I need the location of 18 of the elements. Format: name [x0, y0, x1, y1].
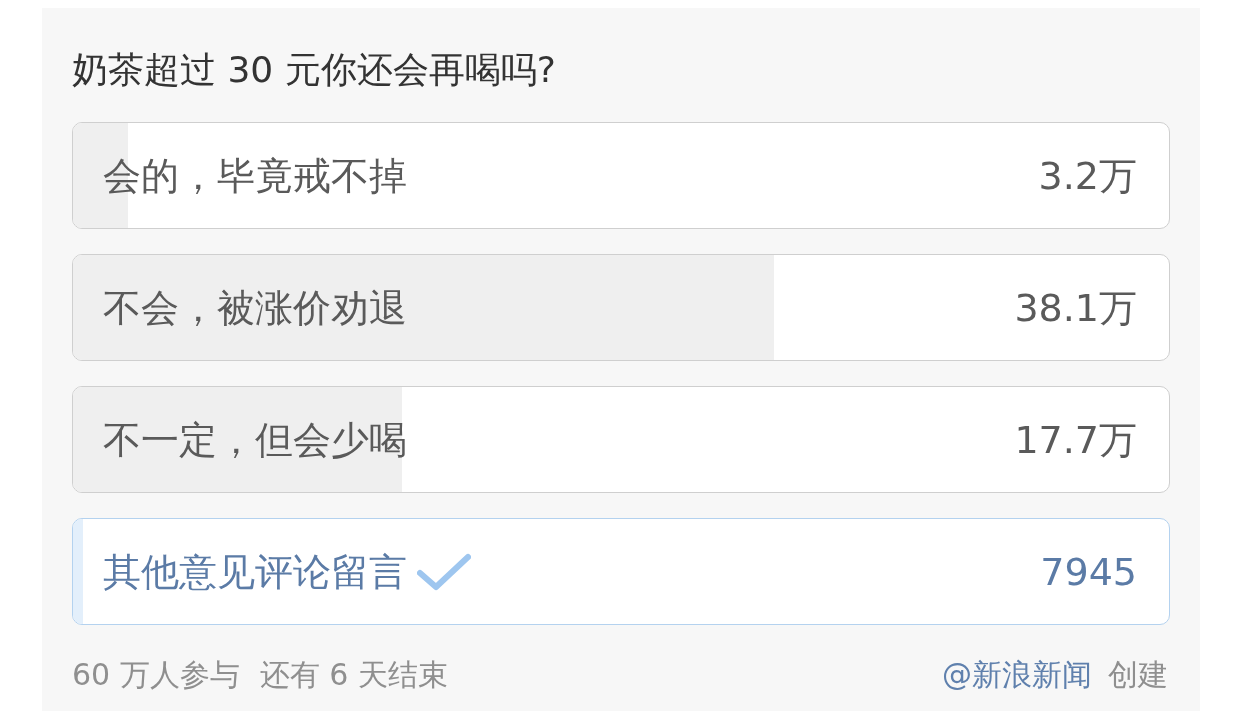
- poll-option-button[interactable]: 不一定，但会少喝 17.7万: [72, 386, 1170, 493]
- option-label: 其他意见评论留言: [103, 548, 407, 595]
- poll-question: 奶茶超过 30 元你还会再喝吗?: [72, 48, 557, 92]
- poll-option-button[interactable]: 其他意见评论留言 7945: [72, 518, 1170, 625]
- vote-count: 38.1万: [1014, 284, 1137, 331]
- participant-count: 60 万人参与: [72, 656, 240, 694]
- created-label: 创建: [1108, 656, 1168, 694]
- option-label: 不一定，但会少喝: [103, 416, 407, 463]
- creator-link[interactable]: @新浪新闻: [942, 655, 1092, 695]
- poll-option-button[interactable]: 会的，毕竟戒不掉 3.2万: [72, 122, 1170, 229]
- checkmark-icon: [417, 552, 471, 591]
- poll-option-button[interactable]: 不会，被涨价劝退 38.1万: [72, 254, 1170, 361]
- option-label: 不会，被涨价劝退: [103, 284, 407, 331]
- option-label: 会的，毕竟戒不掉: [103, 152, 407, 199]
- time-remaining: 还有 6 天结束: [259, 656, 448, 694]
- vote-count: 7945: [1040, 548, 1137, 595]
- vote-count: 3.2万: [1038, 152, 1137, 199]
- vote-count: 17.7万: [1014, 416, 1137, 463]
